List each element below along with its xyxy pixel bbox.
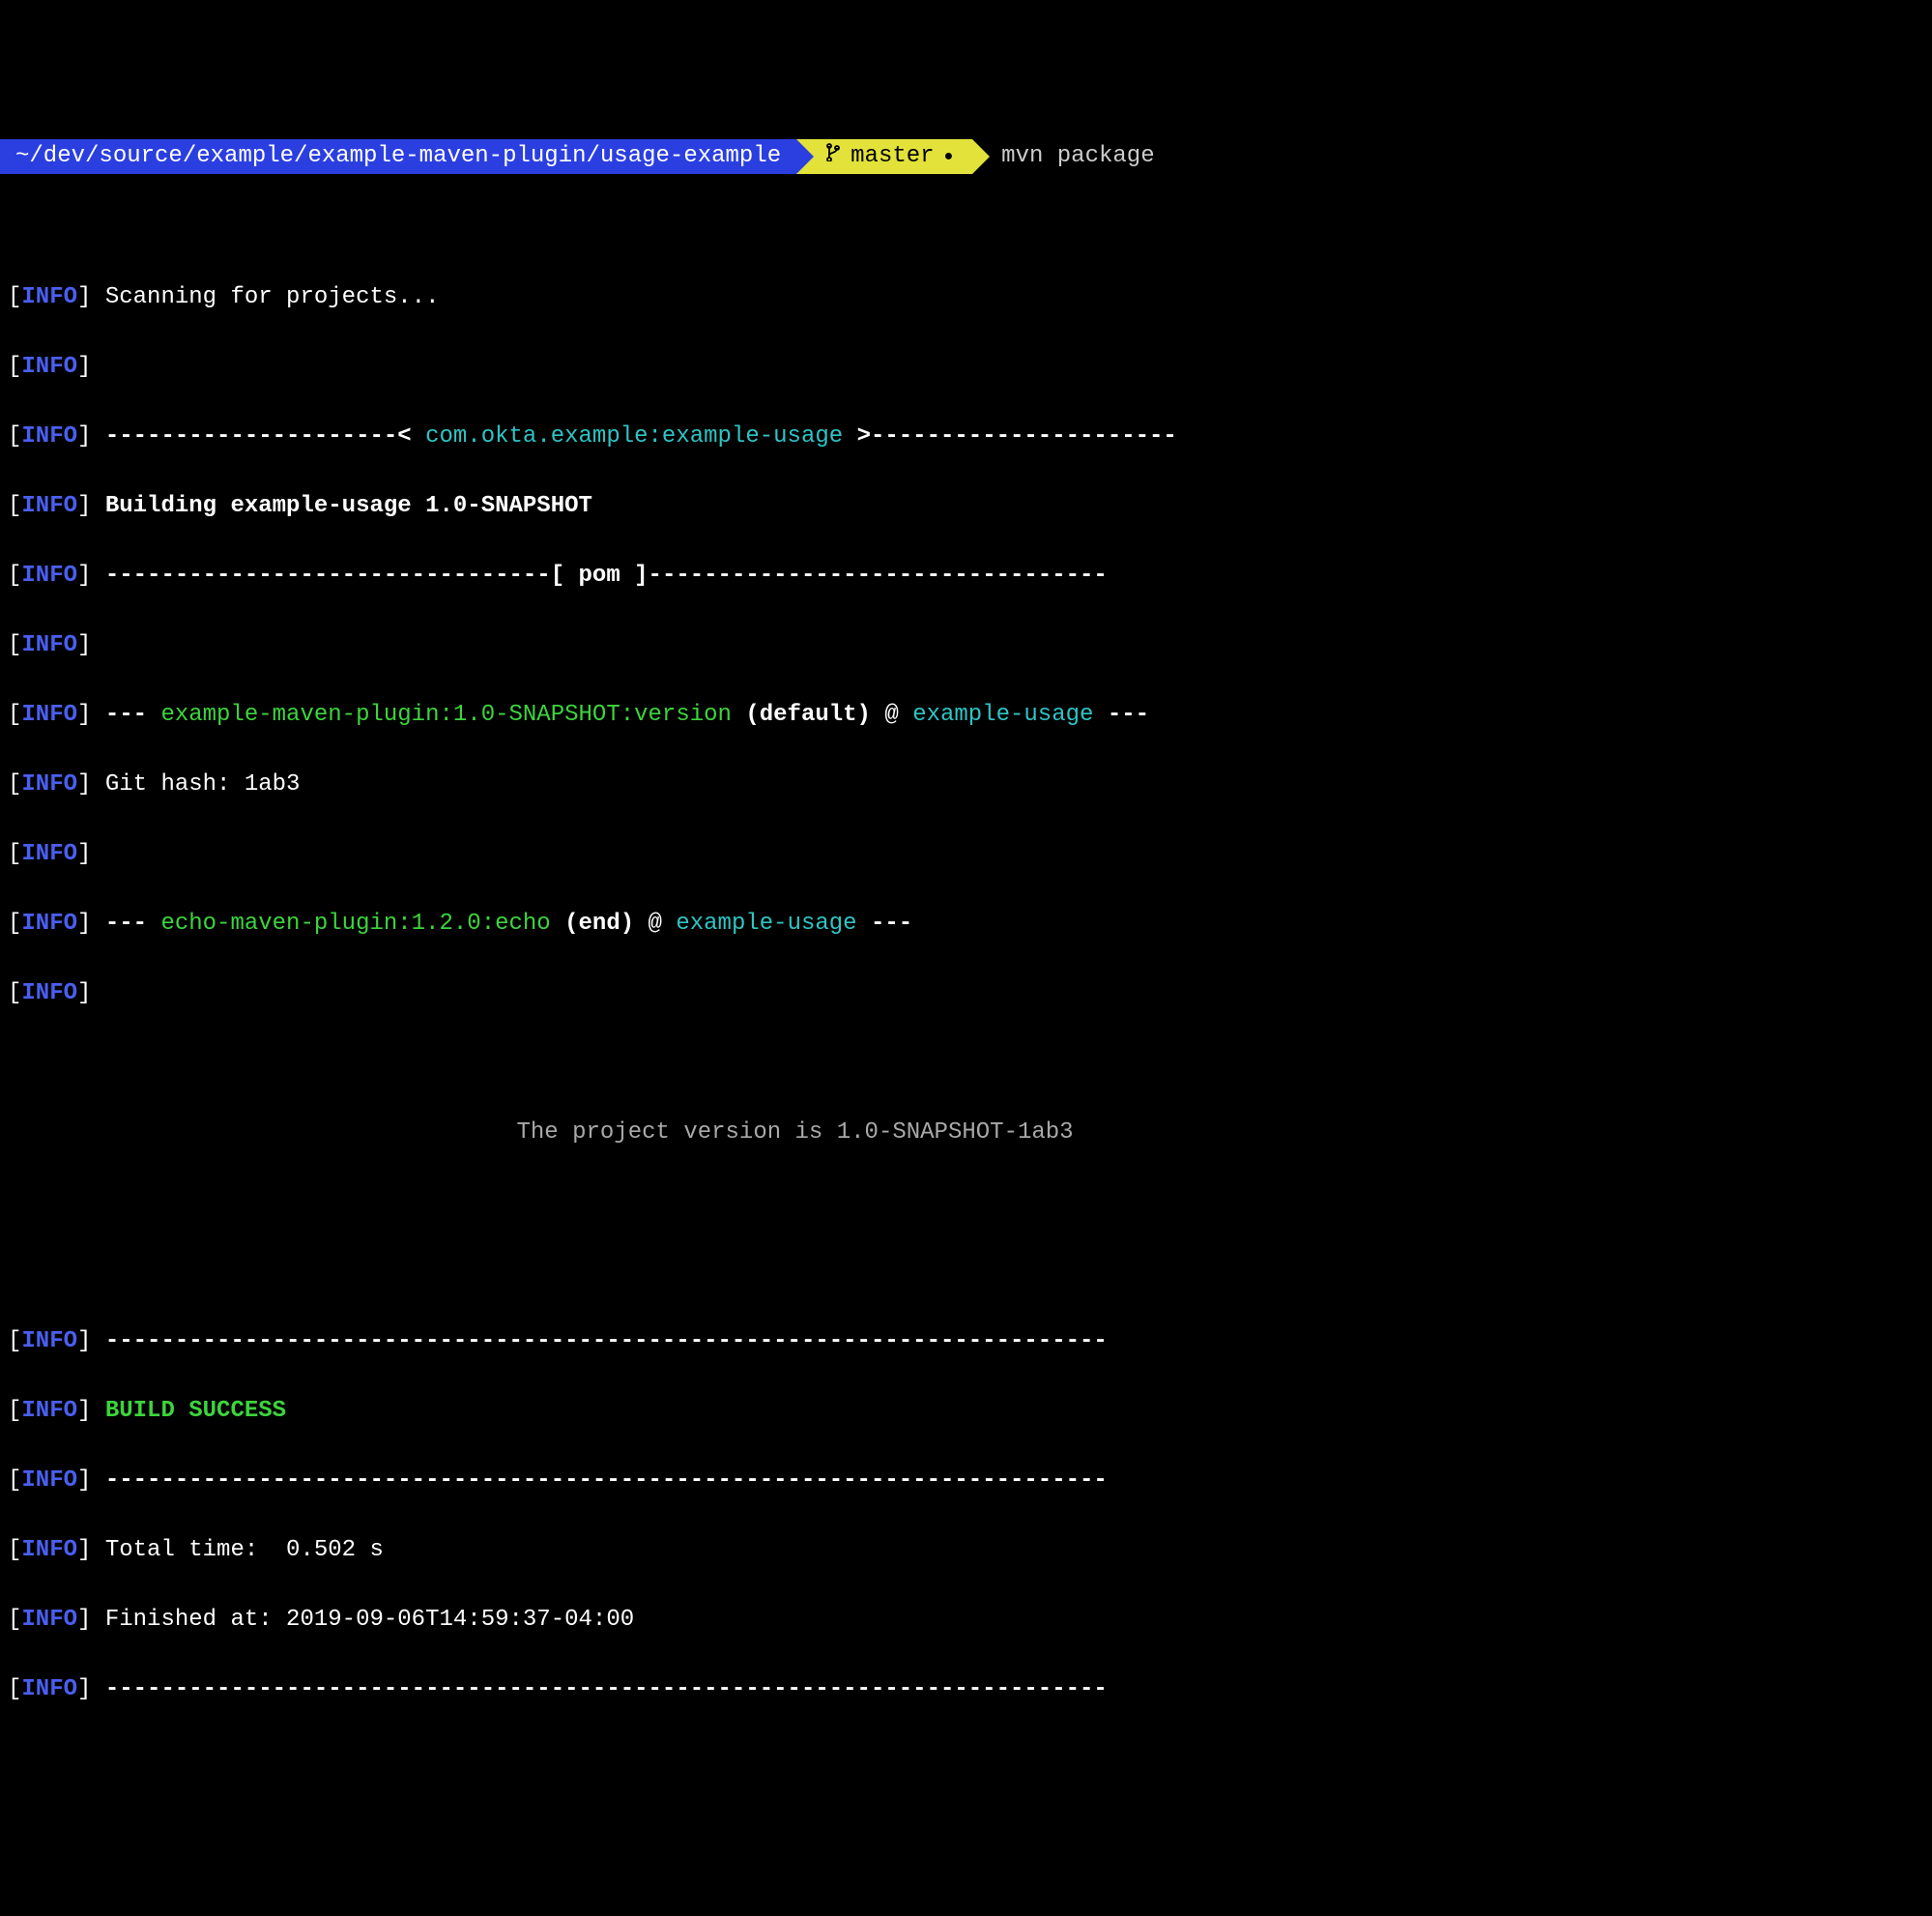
output-line: [INFO] Finished at: 2019-09-06T14:59:37-… bbox=[8, 1603, 1924, 1638]
project-coordinates: com.okta.example:example-usage bbox=[425, 423, 843, 450]
git-dirty-indicator: ● bbox=[944, 145, 954, 168]
output-line: [INFO] ---------------------------------… bbox=[8, 1672, 1924, 1707]
git-hash-text: Git hash: 1ab3 bbox=[105, 771, 301, 798]
packaging-type: pom bbox=[579, 563, 620, 589]
packaging-dashes: --------------------------------[ bbox=[105, 563, 579, 589]
plugin-dashes: --- bbox=[105, 911, 161, 937]
output-line: [INFO] BUILD SUCCESS bbox=[8, 1394, 1924, 1429]
build-status: BUILD SUCCESS bbox=[105, 1398, 286, 1424]
command-input[interactable]: mvn package bbox=[972, 139, 1154, 174]
output-line: [INFO] bbox=[8, 837, 1924, 872]
terminal-output: [INFO] Scanning for projects... [INFO] [… bbox=[0, 246, 1932, 1742]
plugin-dashes: --- bbox=[105, 702, 161, 728]
output-line: [INFO] bbox=[8, 350, 1924, 385]
echo-output-text: The project version is 1.0-SNAPSHOT-1ab3 bbox=[15, 1119, 1074, 1146]
shell-prompt: ~/dev/source/example/example-maven-plugi… bbox=[0, 139, 1932, 174]
output-line: [INFO] Scanning for projects... bbox=[8, 280, 1924, 315]
info-tag: INFO bbox=[21, 841, 77, 867]
output-line: [INFO] Building example-usage 1.0-SNAPSH… bbox=[8, 489, 1924, 524]
info-tag: INFO bbox=[21, 771, 77, 798]
output-line bbox=[8, 1185, 1924, 1220]
plugin-dashes: --- bbox=[1093, 702, 1149, 728]
echo-output-line: The project version is 1.0-SNAPSHOT-1ab3 bbox=[8, 1116, 1924, 1150]
info-tag: INFO bbox=[21, 423, 77, 450]
output-line: [INFO] bbox=[8, 976, 1924, 1011]
at-symbol: @ bbox=[634, 911, 676, 937]
info-tag: INFO bbox=[21, 1328, 77, 1354]
info-tag: INFO bbox=[21, 1398, 77, 1424]
info-tag: INFO bbox=[21, 702, 77, 728]
info-tag: INFO bbox=[21, 911, 77, 937]
output-line: [INFO] ---------------------< com.okta.e… bbox=[8, 420, 1924, 454]
git-branch-icon bbox=[825, 139, 841, 174]
at-symbol: @ bbox=[871, 702, 912, 728]
separator-dashes: ----------------------------------------… bbox=[105, 1676, 1108, 1702]
info-tag: INFO bbox=[21, 284, 77, 310]
separator-dashes: ----------------------------------------… bbox=[105, 1467, 1108, 1494]
output-line: [INFO] Total time: 0.502 s bbox=[8, 1533, 1924, 1568]
output-line: [INFO] --- echo-maven-plugin:1.2.0:echo … bbox=[8, 907, 1924, 942]
git-branch-name: master bbox=[851, 139, 934, 174]
total-time-text: Total time: 0.502 s bbox=[105, 1537, 384, 1563]
output-line bbox=[8, 1046, 1924, 1081]
info-tag: INFO bbox=[21, 1676, 77, 1702]
output-line: [INFO] bbox=[8, 628, 1924, 663]
plugin-execution: (end) bbox=[551, 911, 634, 937]
info-tag: INFO bbox=[21, 1607, 77, 1633]
output-line: [INFO] --- example-maven-plugin:1.0-SNAP… bbox=[8, 698, 1924, 733]
header-dashes: ---------------------< bbox=[105, 423, 425, 450]
git-branch-segment: master ● bbox=[796, 139, 972, 174]
building-text: Building example-usage 1.0-SNAPSHOT bbox=[105, 493, 592, 519]
plugin-execution: (default) bbox=[732, 702, 871, 728]
info-tag: INFO bbox=[21, 632, 77, 658]
info-tag: INFO bbox=[21, 1537, 77, 1563]
output-line: [INFO] ---------------------------------… bbox=[8, 1464, 1924, 1498]
info-tag: INFO bbox=[21, 354, 77, 380]
header-dashes: >---------------------- bbox=[843, 423, 1177, 450]
info-tag: INFO bbox=[21, 980, 77, 1006]
command-text: mvn package bbox=[1001, 143, 1154, 169]
plugin-goal: example-maven-plugin:1.0-SNAPSHOT:versio… bbox=[160, 702, 732, 728]
finished-at-text: Finished at: 2019-09-06T14:59:37-04:00 bbox=[105, 1607, 634, 1633]
info-tag: INFO bbox=[21, 1467, 77, 1494]
plugin-project: example-usage bbox=[912, 702, 1093, 728]
output-line bbox=[8, 1255, 1924, 1290]
plugin-project: example-usage bbox=[676, 911, 856, 937]
info-tag: INFO bbox=[21, 563, 77, 589]
scanning-text: Scanning for projects... bbox=[105, 284, 440, 310]
current-path: ~/dev/source/example/example-maven-plugi… bbox=[15, 139, 781, 174]
plugin-dashes: --- bbox=[857, 911, 913, 937]
path-segment: ~/dev/source/example/example-maven-plugi… bbox=[0, 139, 796, 174]
plugin-goal: echo-maven-plugin:1.2.0:echo bbox=[160, 911, 550, 937]
packaging-dashes: ]--------------------------------- bbox=[620, 563, 1108, 589]
separator-dashes: ----------------------------------------… bbox=[105, 1328, 1108, 1354]
output-line: [INFO] --------------------------------[… bbox=[8, 559, 1924, 594]
output-line: [INFO] Git hash: 1ab3 bbox=[8, 768, 1924, 802]
info-tag: INFO bbox=[21, 493, 77, 519]
output-line: [INFO] ---------------------------------… bbox=[8, 1324, 1924, 1359]
